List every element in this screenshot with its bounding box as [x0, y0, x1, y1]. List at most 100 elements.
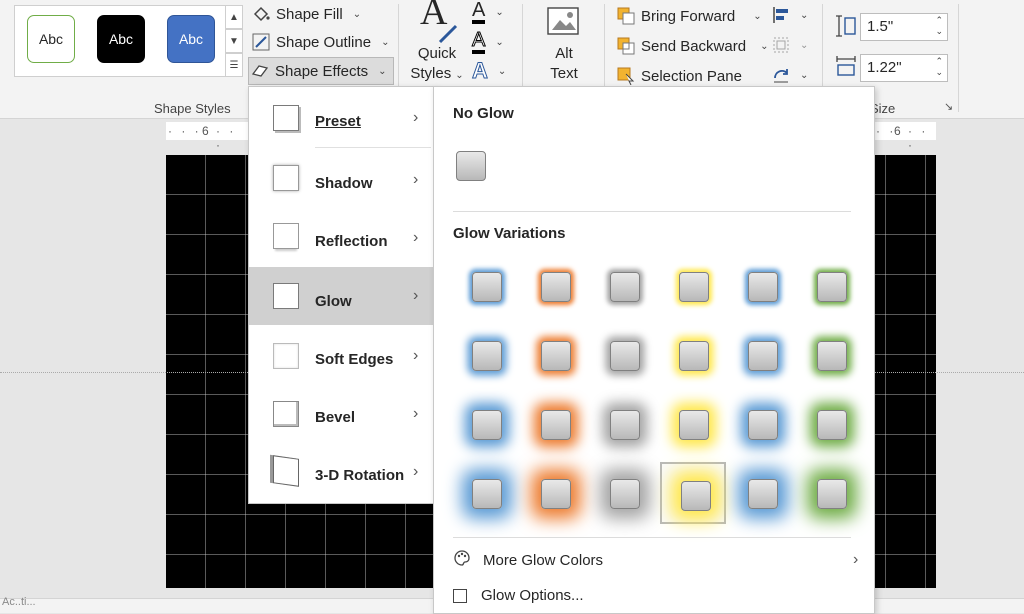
- shape-height-field[interactable]: 1.5" ⌃ ⌄: [860, 13, 948, 41]
- chevron-down-icon: ⌄: [497, 65, 507, 77]
- ruler-mark: 6: [202, 124, 209, 138]
- horizontal-ruler-left: · · · 6 · · ·: [166, 122, 248, 152]
- shape-effects-icon: [251, 62, 269, 80]
- text-effects-button[interactable]: A ⌄: [472, 58, 507, 84]
- text-outline-button[interactable]: A ⌄: [471, 30, 504, 54]
- glow-variation-option[interactable]: [729, 393, 795, 455]
- chevron-right-icon: ›: [413, 171, 419, 188]
- selection-pane-button[interactable]: Selection Pane: [617, 67, 742, 86]
- glow-swatch: [681, 481, 711, 511]
- text-outline-icon: A: [471, 30, 486, 54]
- menu-item-label: Reflection: [315, 233, 388, 250]
- palette-icon: [453, 549, 471, 571]
- menu-item-3d-rotation[interactable]: 3-D Rotation ›: [249, 443, 435, 501]
- menu-item-label: Bevel: [315, 409, 356, 426]
- chevron-down-icon: ⌄: [495, 6, 504, 18]
- glow-swatch: [817, 479, 847, 509]
- menu-item-bevel[interactable]: Bevel ›: [249, 385, 435, 443]
- rotate-button[interactable]: ⌄: [772, 66, 808, 84]
- submenu-divider: [453, 537, 851, 538]
- align-icon: [772, 6, 790, 24]
- gallery-scroll-down-button[interactable]: ▼: [225, 29, 243, 53]
- chevron-right-icon: ›: [413, 405, 419, 422]
- bring-forward-button[interactable]: Bring Forward ⌄: [617, 7, 762, 25]
- rotate-icon: [772, 66, 790, 84]
- shape-style-swatch[interactable]: Abc: [167, 15, 215, 63]
- alt-text-label-line1: Alt: [555, 45, 573, 62]
- ruler-ticks: · · ·: [216, 124, 237, 152]
- glow-variation-option[interactable]: [522, 462, 588, 524]
- checkbox-icon: [453, 588, 467, 603]
- ruler-ticks: · · ·: [168, 124, 202, 138]
- group-button[interactable]: ⌄: [772, 36, 808, 54]
- glow-swatch: [679, 410, 709, 440]
- glow-variation-option[interactable]: [660, 324, 726, 386]
- no-glow-heading: No Glow: [453, 105, 514, 122]
- shape-style-swatch[interactable]: Abc: [27, 15, 75, 63]
- shape-style-swatch[interactable]: Abc: [97, 15, 145, 63]
- glow-submenu: No Glow Glow Variations More Glow Colors…: [433, 86, 875, 614]
- glow-variation-option[interactable]: [798, 255, 864, 317]
- glow-variation-option[interactable]: [591, 324, 657, 386]
- width-spinner-icon[interactable]: ⌃ ⌄: [935, 56, 943, 78]
- more-glow-colors-item[interactable]: More Glow Colors ›: [453, 549, 863, 571]
- glow-variation-option[interactable]: [591, 462, 657, 524]
- preset-icon: [273, 105, 299, 131]
- menu-item-glow[interactable]: Glow ›: [249, 267, 435, 325]
- text-fill-icon: A: [472, 0, 486, 24]
- glow-variation-option[interactable]: [453, 324, 519, 386]
- glow-variation-option[interactable]: [729, 255, 795, 317]
- menu-item-soft-edges[interactable]: Soft Edges ›: [249, 327, 435, 385]
- glow-swatch: [610, 410, 640, 440]
- bring-forward-icon: [617, 7, 635, 25]
- align-button[interactable]: ⌄: [772, 6, 808, 24]
- shape-effects-button[interactable]: Shape Effects ⌄: [248, 57, 394, 85]
- gallery-more-button[interactable]: ☰: [225, 53, 243, 77]
- shape-height-icon: [835, 14, 857, 43]
- menu-item-label: Glow: [315, 293, 352, 310]
- glow-variation-option[interactable]: [729, 462, 795, 524]
- shape-outline-button[interactable]: Shape Outline ⌄: [252, 33, 389, 51]
- dialog-launcher-icon[interactable]: ↘: [944, 100, 953, 113]
- no-glow-option[interactable]: [456, 151, 486, 181]
- glow-variation-option[interactable]: [453, 462, 519, 524]
- ruler-mark: 6: [894, 124, 901, 138]
- glow-variation-option[interactable]: [660, 255, 726, 317]
- glow-swatch: [817, 410, 847, 440]
- shape-width-field[interactable]: 1.22" ⌃ ⌄: [860, 54, 948, 82]
- chevron-down-icon: ⌄: [352, 8, 362, 20]
- glow-variation-option[interactable]: [522, 255, 588, 317]
- glow-variation-option[interactable]: [660, 393, 726, 455]
- menu-item-reflection[interactable]: Reflection ›: [249, 211, 435, 269]
- gallery-scroll-up-button[interactable]: ▲: [225, 5, 243, 29]
- glow-variation-option[interactable]: [729, 324, 795, 386]
- menu-item-shadow[interactable]: Shadow ›: [249, 153, 435, 211]
- alt-text-icon: [536, 6, 592, 44]
- glow-variation-option[interactable]: [453, 393, 519, 455]
- menu-item-preset[interactable]: Preset ›: [249, 91, 435, 149]
- glow-variation-option[interactable]: [591, 393, 657, 455]
- glow-variation-option[interactable]: [453, 255, 519, 317]
- text-fill-button[interactable]: A ⌄: [472, 0, 504, 24]
- glow-options-item[interactable]: Glow Options...: [453, 587, 584, 604]
- glow-variation-option[interactable]: [591, 255, 657, 317]
- glow-variation-option[interactable]: [522, 324, 588, 386]
- glow-swatch: [541, 410, 571, 440]
- glow-variation-option[interactable]: [798, 462, 864, 524]
- shape-styles-group-label: Shape Styles: [154, 101, 231, 116]
- glow-variation-option[interactable]: [660, 462, 726, 524]
- height-spinner-icon[interactable]: ⌃ ⌄: [935, 15, 943, 37]
- glow-variation-option[interactable]: [798, 324, 864, 386]
- chevron-right-icon: ›: [413, 109, 419, 126]
- chevron-down-icon: ⌄: [378, 65, 387, 77]
- chevron-down-icon: ⌄: [800, 9, 809, 21]
- send-backward-button[interactable]: Send Backward ⌄: [617, 37, 768, 55]
- glow-icon: [273, 283, 299, 309]
- quick-styles-button[interactable]: A Quick Styles ⌄: [408, 0, 466, 86]
- alt-text-button[interactable]: Alt Text: [536, 6, 592, 84]
- shape-fill-button[interactable]: Shape Fill ⌄: [252, 5, 361, 23]
- glow-variation-option[interactable]: [798, 393, 864, 455]
- shape-effects-menu: Preset › Shadow › Reflection › Glow › So…: [248, 86, 436, 504]
- quick-styles-label-line2: Styles ⌄: [410, 65, 464, 82]
- glow-variation-option[interactable]: [522, 393, 588, 455]
